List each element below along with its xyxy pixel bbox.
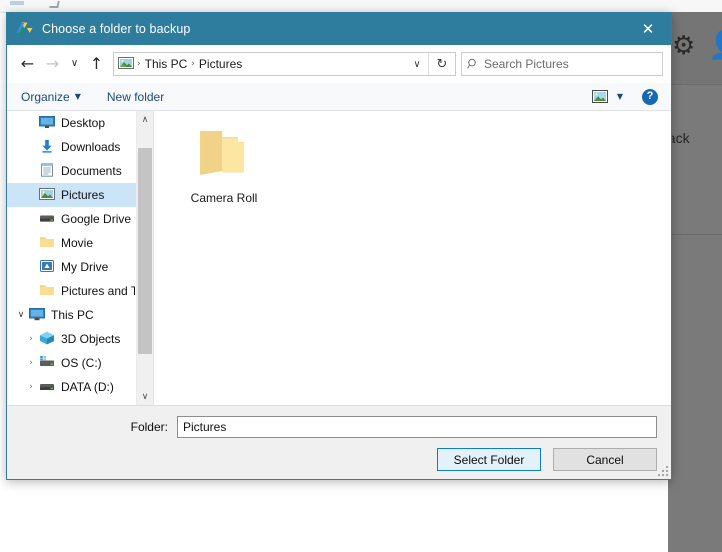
google-drive-logo [16,22,33,37]
sidebar-item-label: Documents [61,164,122,178]
sidebar-item-data-d[interactable]: › DATA (D:) [7,375,153,399]
navigation-bar: ← → ∨ ↑ › This PC › Pictures ∨ ↻ Search … [7,45,671,83]
sidebar-item-google-drive[interactable]: Google Drive [7,207,153,231]
back-button[interactable]: ← [15,50,40,78]
folder-field-label: Folder: [130,420,168,434]
command-toolbar: Organize ▼ New folder ▼ ? [7,83,671,111]
sidebar-item-desktop[interactable]: Desktop [7,111,153,135]
close-icon[interactable]: ✕ [625,13,671,45]
chevron-down-icon[interactable]: ∨ [13,310,29,320]
folder-icon [39,235,57,251]
pictures-icon [39,187,57,203]
breadcrumb-pictures[interactable]: Pictures [196,57,245,71]
3d-objects-icon [39,331,57,347]
chevron-right-icon[interactable]: › [23,382,39,392]
sidebar-item-label: Google Drive [61,212,132,226]
select-folder-button[interactable]: Select Folder [437,448,541,471]
search-input[interactable]: Search Pictures [461,52,663,76]
data-drive-icon [39,379,57,395]
drive-hdd-icon [39,211,57,227]
sidebar-item-os-c[interactable]: › OS (C:) [7,351,153,375]
sidebar-item-label: My Drive [61,260,109,274]
dialog-body: Desktop Downloads Documents Pictures Google … [7,111,671,405]
forward-button[interactable]: → [40,50,65,78]
search-placeholder: Search Pictures [484,57,569,71]
background-divider [668,234,722,235]
refresh-icon[interactable]: ↻ [428,53,455,75]
sidebar-item-label: Pictures [61,188,105,202]
help-button[interactable]: ? [637,86,663,108]
sidebar-item-label: 3D Objects [61,332,121,346]
sidebar-item-downloads[interactable]: Downloads [7,135,153,159]
background-fragment-left [10,1,24,5]
sidebar-item-my-drive[interactable]: My Drive [7,255,153,279]
sidebar-item-label: Movie [61,236,94,250]
chevron-down-icon[interactable]: ▼ [611,87,629,107]
background-right-panel: ⚙ 👤 back [660,12,722,552]
tree-scrollbar[interactable]: ∧ ∨ [136,111,153,405]
scroll-down-icon[interactable]: ∨ [137,388,153,405]
sidebar-item-label: Desktop [61,116,106,130]
tree-item-list: Desktop Downloads Documents Pictures Google … [7,111,153,399]
sidebar-item-label: DATA (D:) [61,380,114,394]
sidebar-item-label: Pictures and Tran [61,284,135,298]
new-folder-button[interactable]: New folder [101,86,170,108]
search-icon [462,58,484,70]
resize-grip[interactable] [656,464,668,476]
dialog-footer: Folder: Pictures Select Folder Cancel [7,405,671,479]
sidebar-item-this-pc[interactable]: ∨ This PC [7,303,153,327]
list-item[interactable]: Camera Roll [172,121,276,205]
folder-icon [39,283,57,299]
this-pc-icon [29,307,47,323]
sidebar-item-pictures[interactable]: Pictures [7,183,153,207]
dialog-titlebar[interactable]: Choose a folder to backup ✕ [7,13,671,45]
desktop-icon [39,115,57,131]
sidebar-item-documents[interactable]: Documents [7,159,153,183]
chevron-right-icon[interactable]: › [23,334,39,344]
os-drive-icon [39,355,57,371]
list-item-label: Camera Roll [190,191,258,205]
choose-folder-dialog: Choose a folder to backup ✕ ← → ∨ ↑ › Th… [6,12,672,480]
chevron-down-icon[interactable]: ∨ [406,53,428,75]
organize-button[interactable]: Organize ▼ [15,86,87,108]
documents-icon [39,163,57,179]
sidebar-item-pictures-and-tran[interactable]: Pictures and Tran [7,279,153,303]
dialog-title: Choose a folder to backup [42,22,191,36]
folder-icon [192,125,256,183]
help-icon: ? [642,88,658,105]
view-mode-icon[interactable] [589,87,611,107]
scroll-up-icon[interactable]: ∧ [137,111,153,128]
background-fragment-cursor [49,1,60,8]
chevron-down-icon: ▼ [74,92,81,101]
breadcrumb-this-pc[interactable]: This PC [142,57,191,71]
scrollbar-thumb[interactable] [138,148,152,354]
chevron-right-icon[interactable]: › [23,358,39,368]
sidebar-item-label: Downloads [61,140,121,154]
up-button[interactable]: ↑ [84,50,109,78]
sidebar-item-label: This PC [51,308,94,322]
person-icon[interactable]: 👤 [708,32,722,59]
folder-row: Folder: Pictures [17,416,661,438]
folder-name-input[interactable]: Pictures [177,416,657,438]
sidebar-item-movie[interactable]: Movie [7,231,153,255]
pictures-icon [118,56,134,72]
address-bar[interactable]: › This PC › Pictures ∨ ↻ [113,52,456,76]
navigation-tree: Desktop Downloads Documents Pictures Google … [7,111,153,405]
my-drive-icon [39,259,57,275]
file-list-pane[interactable]: Camera Roll [154,111,671,405]
recent-locations-button[interactable]: ∨ [65,50,84,78]
organize-label: Organize [21,89,70,104]
downloads-icon [39,139,57,155]
sidebar-item-3d-objects[interactable]: › 3D Objects [7,327,153,351]
sidebar-item-label: OS (C:) [61,356,102,370]
gear-icon[interactable]: ⚙ [672,32,695,58]
dialog-button-row: Select Folder Cancel [17,448,661,471]
cancel-button[interactable]: Cancel [553,448,657,471]
